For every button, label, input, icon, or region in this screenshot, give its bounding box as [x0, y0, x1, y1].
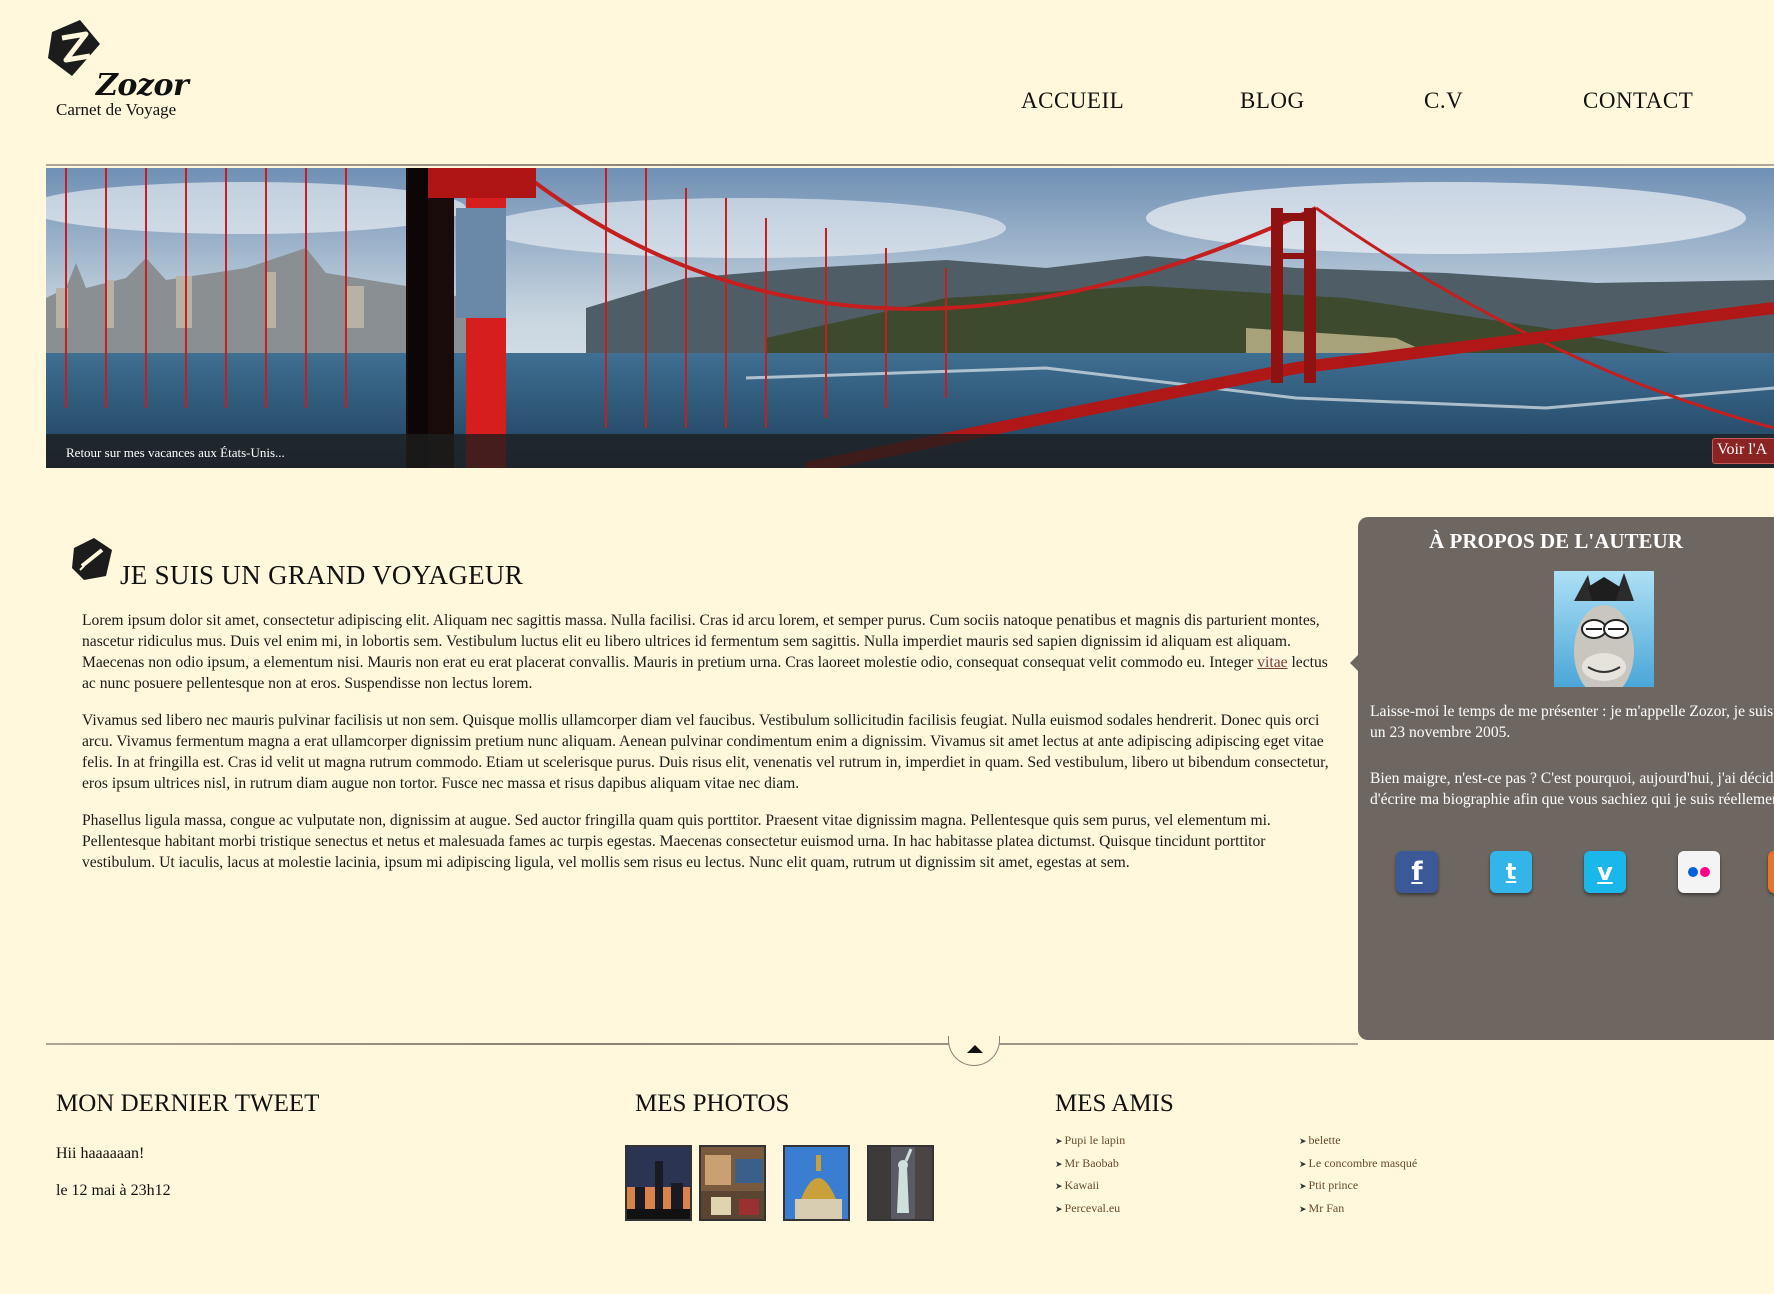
friend-label: Mr Baobab — [1064, 1155, 1119, 1170]
vimeo-glyph: v — [1597, 858, 1613, 886]
friend-link[interactable]: ➤ Le concombre masqué — [1299, 1155, 1417, 1178]
golden-gate-bridge-photo — [46, 168, 1774, 468]
article-paragraph-2: Vivamus sed libero nec mauris pulvinar f… — [82, 712, 1329, 792]
friend-link[interactable]: ➤ belette — [1299, 1132, 1417, 1155]
friend-label: Pupi le lapin — [1064, 1133, 1126, 1147]
site-header: Zozor Carnet de Voyage ACCUEIL BLOG C.V … — [0, 0, 1774, 166]
friend-link[interactable]: ➤ Pupi le lapin — [1055, 1132, 1125, 1155]
banner-caption-bar: Retour sur mes vacances aux États-Unis..… — [46, 434, 1774, 468]
banner-view-button[interactable]: Voir l'A — [1712, 438, 1774, 464]
flickr-dot-blue — [1688, 867, 1698, 877]
friend-link[interactable]: ➤ Ptit prince — [1299, 1177, 1417, 1200]
banner-caption: Retour sur mes vacances aux États-Unis..… — [66, 445, 285, 460]
chevron-right-icon: ➤ — [1299, 1203, 1307, 1214]
rss-icon[interactable] — [1768, 851, 1774, 893]
friend-link[interactable]: ➤ Mr Fan — [1299, 1200, 1417, 1223]
article-body: Lorem ipsum dolor sit amet, consectetur … — [82, 610, 1340, 889]
tweet-text: Hii haaaaaan! — [56, 1145, 145, 1162]
article-paragraph-1-text: Lorem ipsum dolor sit amet, consectetur … — [82, 612, 1320, 671]
friend-label: Ptit prince — [1308, 1178, 1359, 1192]
social-links: f t v — [1358, 851, 1774, 897]
chevron-right-icon: ➤ — [1055, 1203, 1063, 1214]
main-nav: ACCUEIL BLOG C.V CONTACT — [0, 88, 1774, 118]
author-bio-paragraph-2: Bien maigre, n'est-ce pas ? C'est pourqu… — [1370, 770, 1774, 808]
flickr-icon[interactable] — [1678, 851, 1720, 893]
nav-item-accueil[interactable]: ACCUEIL — [1021, 88, 1124, 114]
author-avatar — [1554, 571, 1654, 687]
facebook-glyph: f — [1411, 857, 1423, 887]
author-bio-paragraph-1: Laisse-moi le temps de me présenter : je… — [1370, 703, 1774, 741]
nav-item-cv[interactable]: C.V — [1424, 88, 1463, 114]
author-sidebar: À PROPOS DE L'AUTEUR Laisse-moi le temps… — [1350, 517, 1774, 1040]
twitter-icon[interactable]: t — [1490, 851, 1532, 893]
vimeo-icon[interactable]: v — [1584, 851, 1626, 893]
photo-thumbnail-street-shop[interactable] — [699, 1145, 766, 1221]
chevron-right-icon: ➤ — [1299, 1181, 1307, 1191]
footer-divider — [46, 1043, 1358, 1045]
photos-section-title: MES PHOTOS — [635, 1090, 790, 1117]
chevron-right-icon: ➤ — [1055, 1136, 1063, 1146]
nav-item-blog[interactable]: BLOG — [1240, 88, 1305, 114]
article-paragraph-1: Lorem ipsum dolor sit amet, consectetur … — [82, 610, 1340, 694]
sidebar-title: À PROPOS DE L'AUTEUR — [1429, 529, 1683, 553]
zozor-donkey-icon — [1574, 573, 1634, 687]
friends-list-col-2: ➤ belette ➤ Le concombre masqué ➤ Ptit prin… — [1299, 1132, 1417, 1222]
chevron-right-icon: ➤ — [1299, 1158, 1307, 1169]
friends-section-title: MES AMIS — [1055, 1090, 1174, 1117]
friend-label: Le concombre masqué — [1308, 1155, 1418, 1170]
friends-list-col-1: ➤ Pupi le lapin ➤ Mr Baobab ➤ Kawaii ➤ Perce… — [1055, 1132, 1125, 1222]
scroll-to-top-button[interactable] — [948, 1036, 1000, 1066]
friend-label: Kawaii — [1064, 1178, 1100, 1192]
twitter-glyph: t — [1505, 859, 1517, 885]
friend-label: Mr Fan — [1308, 1200, 1345, 1215]
tweet-date: le 12 mai à 23h12 — [56, 1182, 171, 1199]
photo-thumbnail-new-york-skyline[interactable] — [625, 1145, 692, 1221]
friend-label: belette — [1308, 1133, 1341, 1147]
photo-thumbnail-dome-des-invalides[interactable] — [783, 1145, 850, 1221]
hero-banner: Retour sur mes vacances aux États-Unis..… — [46, 168, 1774, 468]
friend-link[interactable]: ➤ Perceval.eu — [1055, 1200, 1125, 1223]
nav-item-contact[interactable]: CONTACT — [1583, 88, 1693, 114]
photo-thumbnail-statue-of-liberty[interactable] — [867, 1145, 934, 1221]
vitae-link[interactable]: vitae — [1257, 654, 1287, 671]
pencil-badge-icon — [72, 538, 112, 580]
flickr-dot-pink — [1700, 867, 1710, 877]
chevron-right-icon: ➤ — [1055, 1158, 1063, 1169]
chevron-right-icon: ➤ — [1299, 1136, 1307, 1146]
article-paragraph-3: Phasellus ligula massa, congue ac vulput… — [82, 812, 1271, 871]
friend-link[interactable]: ➤ Kawaii — [1055, 1177, 1125, 1200]
header-divider — [46, 164, 1774, 166]
friend-label: Perceval.eu — [1064, 1200, 1121, 1215]
chevron-right-icon: ➤ — [1055, 1181, 1063, 1191]
author-bio: Laisse-moi le temps de me présenter : je… — [1370, 701, 1774, 835]
friend-link[interactable]: ➤ Mr Baobab — [1055, 1155, 1125, 1178]
facebook-icon[interactable]: f — [1396, 851, 1438, 893]
article-title: JE SUIS UN GRAND VOYAGEUR — [120, 560, 524, 590]
tweet-section-title: MON DERNIER TWEET — [56, 1090, 320, 1117]
